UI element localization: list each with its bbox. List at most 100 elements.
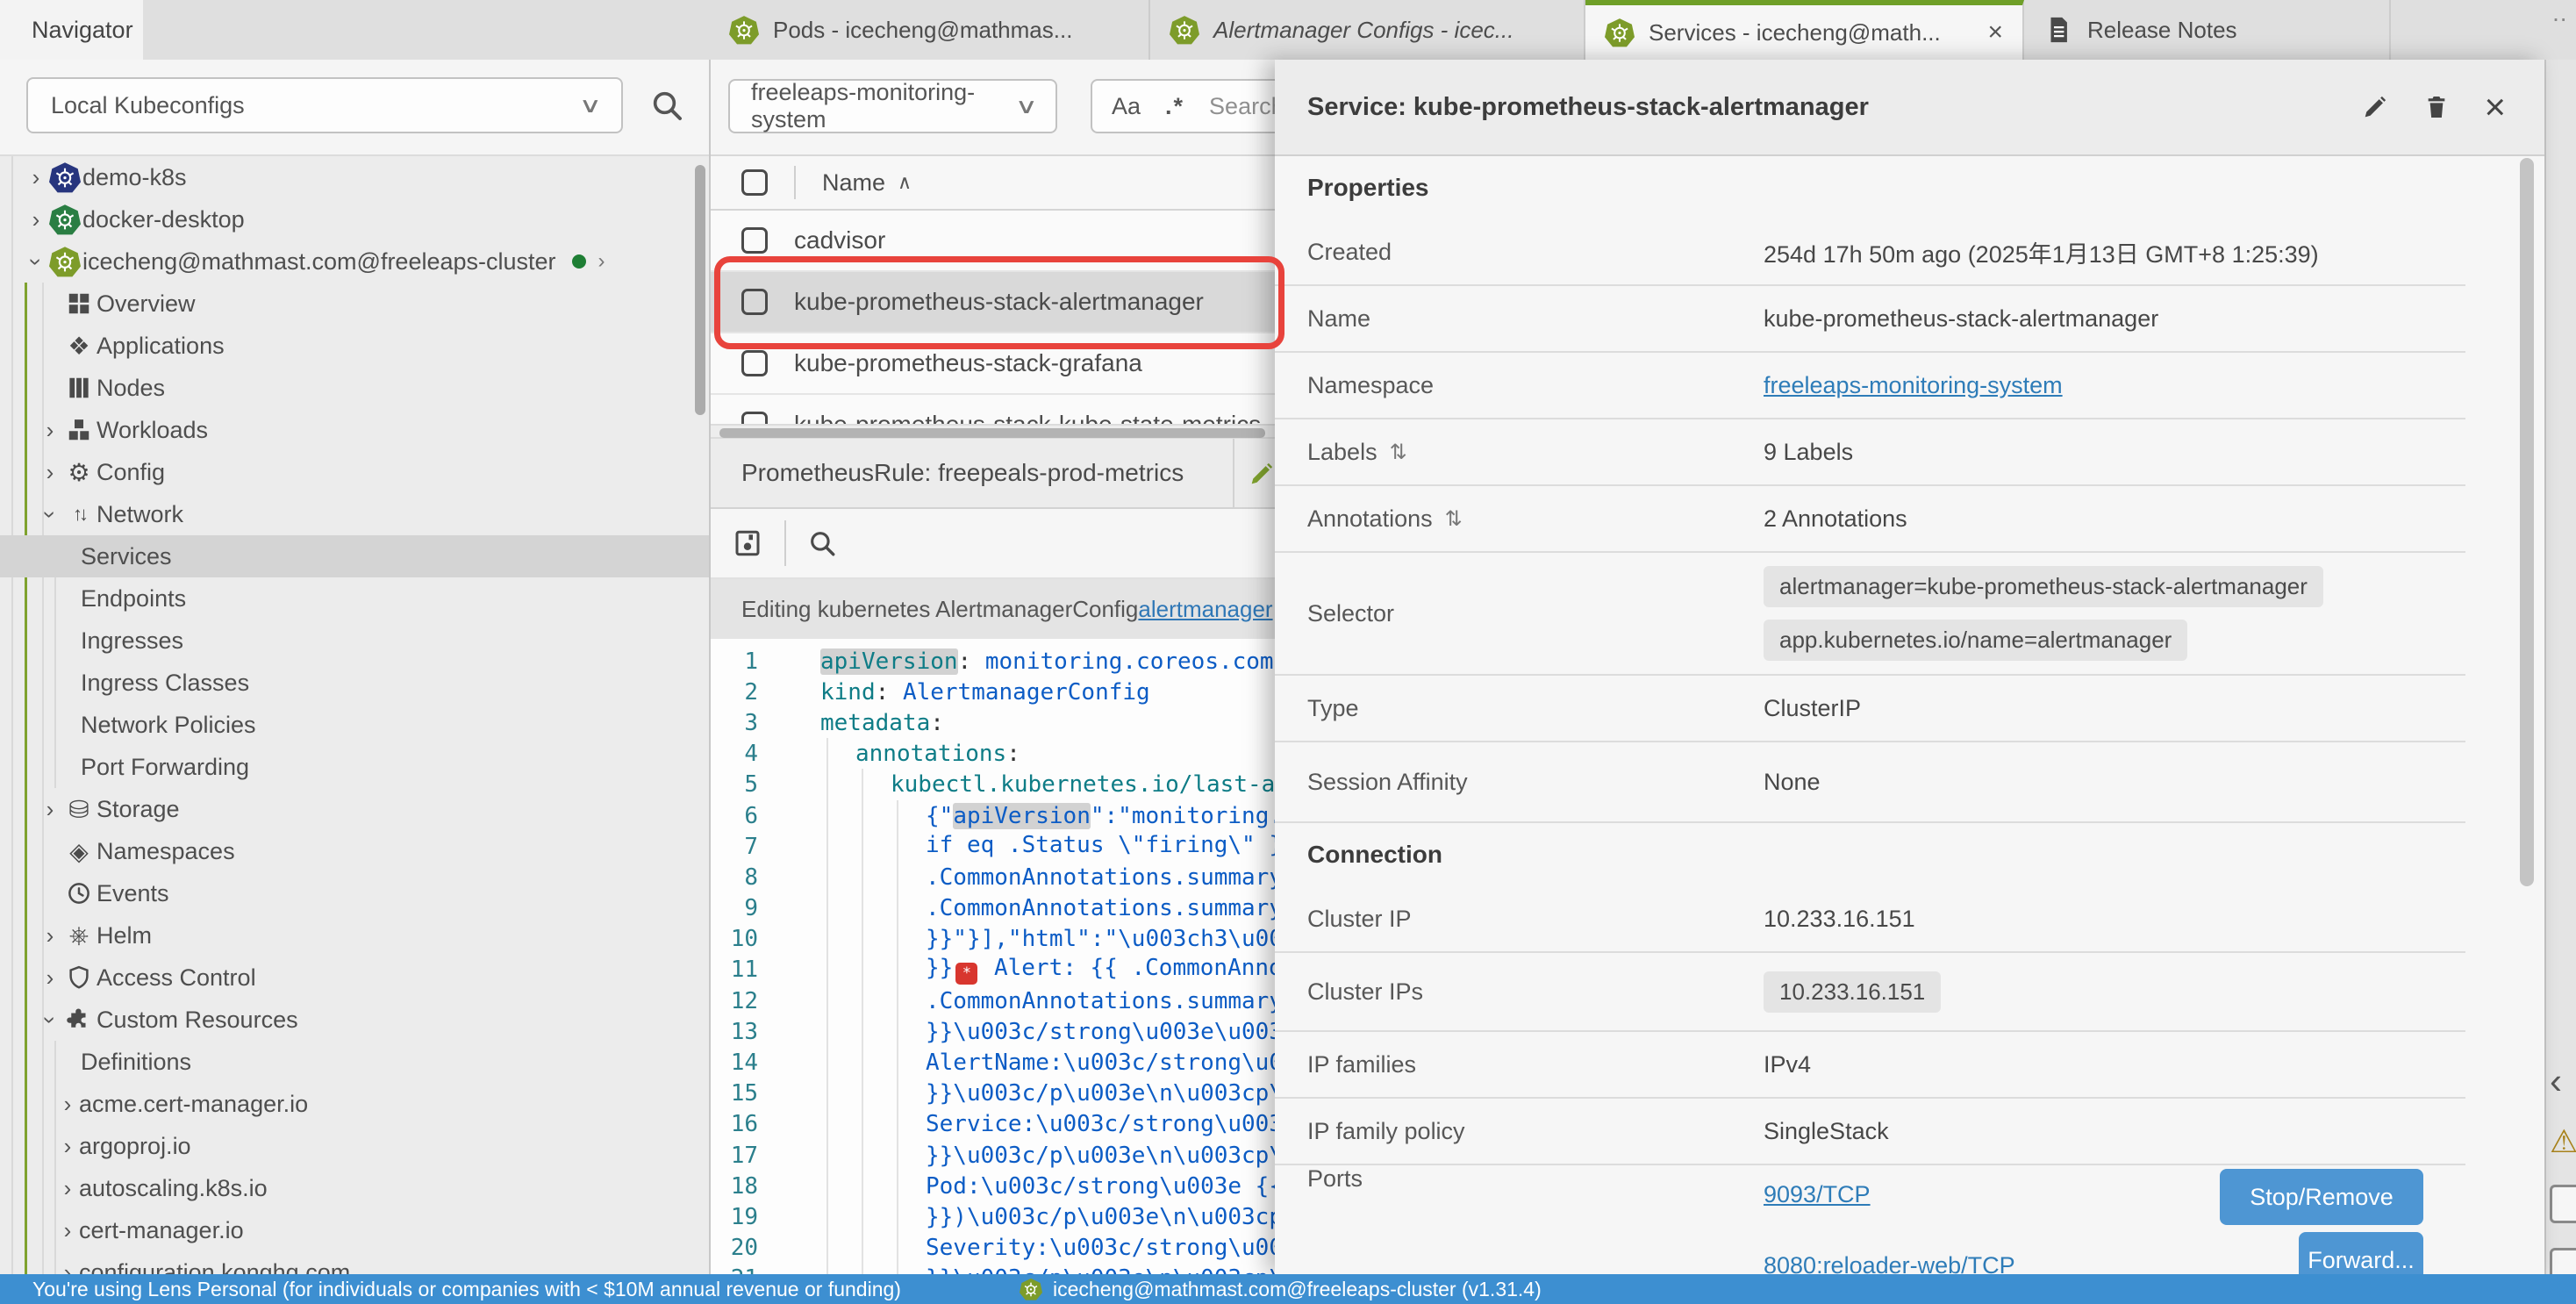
close-icon[interactable]: ×	[2484, 93, 2506, 121]
yaml-editor[interactable]: 1 apiVersion: monitoring.coreos.com/v1 2…	[711, 639, 1275, 1274]
tab-1[interactable]: Alertmanager Configs - icec...	[1150, 0, 1585, 60]
horizontal-scrollbar-thumb[interactable]	[719, 428, 1265, 438]
code-line: 7 if eq .Status \"firing\" }}*	[711, 831, 1275, 862]
table-row-kube-prometheus-stack-kube-state-metrics[interactable]: kube-prometheus-stack-kube-state-metrics	[711, 395, 1275, 424]
stop-remove-button[interactable]: Stop/Remove	[2220, 1169, 2423, 1225]
namespace-dropdown[interactable]: freeleaps-monitoring-system ∨	[728, 79, 1057, 133]
sidebar-item-network-policies[interactable]: Network Policies	[0, 704, 709, 746]
sidebar-item-namespaces[interactable]: ◈Namespaces	[0, 830, 709, 872]
regex-toggle[interactable]: .*	[1165, 93, 1184, 120]
code-line: 4 annotations:	[711, 739, 1275, 770]
chevron-right-icon[interactable]: ›	[39, 922, 61, 949]
search-icon[interactable]	[649, 88, 684, 123]
sidebar-item-cert-manager-io[interactable]: ›cert-manager.io	[0, 1209, 709, 1251]
chevron-down-icon[interactable]: ›	[37, 1008, 64, 1031]
row-checkbox[interactable]	[741, 227, 768, 254]
property-label: Type	[1307, 695, 1764, 722]
warning-icon[interactable]: ⚠	[2550, 1123, 2576, 1160]
code-line: 14 AlertName:\u003c/strong\u003e	[711, 1047, 1275, 1078]
chevron-right-icon[interactable]: ›	[56, 1133, 79, 1160]
navigator-tab[interactable]: Navigator	[0, 0, 143, 60]
sidebar-item-docker-desktop[interactable]: › docker-desktop	[0, 198, 709, 240]
editing-resource-link[interactable]: alertmanager	[1138, 596, 1272, 623]
name-column-header[interactable]: Name	[822, 169, 885, 197]
sidebar-item-events[interactable]: Events	[0, 872, 709, 914]
cut-off-button[interactable]	[2550, 1185, 2576, 1223]
sidebar-item-configuration-konghq-com[interactable]: ›configuration.konghq.com	[0, 1251, 709, 1274]
k8s-green-icon	[47, 204, 82, 235]
chevron-right-icon[interactable]: ›	[39, 459, 61, 486]
sort-icon[interactable]: ⇅	[1445, 506, 1463, 532]
chevron-left-icon[interactable]: ‹	[2550, 1060, 2562, 1102]
sidebar-item-autoscaling-k8s-io[interactable]: ›autoscaling.k8s.io	[0, 1167, 709, 1209]
sidebar-item-ingress-classes[interactable]: Ingress Classes	[0, 662, 709, 704]
chevron-down-icon[interactable]: ›	[23, 250, 50, 273]
sidebar-item-nodes[interactable]: Nodes	[0, 367, 709, 409]
sidebar-item-network[interactable]: ›↑↓Network	[0, 493, 709, 535]
tab-2[interactable]: Services - icecheng@math... ×	[1585, 0, 2024, 60]
sidebar-item-helm[interactable]: ›⎈Helm	[0, 914, 709, 957]
line-number: 18	[711, 1173, 772, 1200]
sidebar-item-definitions[interactable]: Definitions	[0, 1041, 709, 1083]
chevron-right-icon[interactable]: ›	[39, 417, 61, 444]
tab-3[interactable]: Release Notes	[2024, 0, 2391, 60]
chevron-right-icon[interactable]: ›	[25, 164, 47, 191]
sidebar-item-services[interactable]: Services	[0, 535, 709, 577]
chevron-right-icon[interactable]: ›	[39, 964, 61, 992]
tab-0[interactable]: Pods - icecheng@mathmas...	[710, 0, 1150, 60]
chevron-right-icon[interactable]: ›	[56, 1259, 79, 1275]
delete-trash-icon[interactable]	[2422, 93, 2451, 121]
property-row-annotations: Annotations⇅ 2 Annotations	[1275, 486, 2465, 553]
annotation-red-box	[714, 256, 1284, 349]
forward-button[interactable]: Forward...	[2299, 1232, 2423, 1274]
sidebar-item-endpoints[interactable]: Endpoints	[0, 577, 709, 620]
edit-pencil-icon[interactable]	[2361, 93, 2389, 121]
sidebar-item-label: Storage	[97, 796, 180, 823]
horizontal-scrollbar[interactable]	[711, 424, 1275, 439]
code-line: 8 .CommonAnnotations.summary }}-	[711, 862, 1275, 892]
row-checkbox[interactable]	[741, 350, 768, 376]
sidebar-item-label: acme.cert-manager.io	[79, 1091, 308, 1118]
editor-search-icon[interactable]	[807, 528, 837, 558]
select-all-checkbox[interactable]	[741, 169, 768, 196]
sidebar-item-applications[interactable]: ❖Applications	[0, 325, 709, 367]
cut-off-button[interactable]	[2550, 1248, 2576, 1274]
chevron-right-icon[interactable]: ›	[56, 1175, 79, 1202]
chevron-right-icon[interactable]: ›	[56, 1091, 79, 1118]
sidebar-item-access-control[interactable]: ›Access Control	[0, 957, 709, 999]
port-link[interactable]: 8080:reloader-web/TCP	[1764, 1252, 2015, 1274]
sidebar-item-icecheng-mathmast-com-freeleaps-cluster[interactable]: › icecheng@mathmast.com@freeleaps-cluste…	[0, 240, 709, 283]
drawer-scrollbar[interactable]	[2520, 158, 2534, 886]
match-case-toggle[interactable]: Aa	[1112, 93, 1141, 120]
sidebar-item-overview[interactable]: Overview	[0, 283, 709, 325]
sidebar-item-argoproj-io[interactable]: ›argoproj.io	[0, 1125, 709, 1167]
sidebar-item-label: Nodes	[97, 375, 165, 402]
active-cluster-status[interactable]: icecheng@mathmast.com@freeleaps-cluster …	[1020, 1278, 1542, 1301]
chevron-down-icon[interactable]: ›	[37, 503, 64, 526]
sidebar-item-workloads[interactable]: ›Workloads	[0, 409, 709, 451]
sidebar-item-demo-k8s[interactable]: › demo-k8s	[0, 156, 709, 198]
sidebar-item-custom-resources[interactable]: ›Custom Resources	[0, 999, 709, 1041]
sidebar-item-config[interactable]: ›⚙Config	[0, 451, 709, 493]
property-row-name: Name kube-prometheus-stack-alertmanager	[1275, 286, 2465, 353]
chevron-right-icon[interactable]: ›	[25, 206, 47, 233]
save-icon[interactable]	[732, 527, 763, 559]
port-link[interactable]: 9093/TCP	[1764, 1181, 2015, 1208]
row-checkbox[interactable]	[741, 412, 768, 424]
chevron-right-icon[interactable]: ›	[56, 1217, 79, 1244]
kubeconfig-dropdown[interactable]: Local Kubeconfigs ∨	[26, 77, 623, 133]
close-tab-icon[interactable]: ×	[1987, 18, 2003, 47]
list-search-input[interactable]: Aa .* Search	[1091, 79, 1275, 133]
code-line: 10 }}"}],"html":"\u003ch3\u003e\u0	[711, 924, 1275, 955]
sidebar-item-storage[interactable]: ›⛁Storage	[0, 788, 709, 830]
overview-icon	[61, 290, 97, 317]
edit-pencil-icon[interactable]	[1248, 460, 1275, 488]
chevron-right-icon[interactable]: ›	[598, 249, 605, 274]
sidebar-item-ingresses[interactable]: Ingresses	[0, 620, 709, 662]
namespace-link[interactable]: freeleaps-monitoring-system	[1764, 372, 2063, 398]
sidebar-item-acme-cert-manager-io[interactable]: ›acme.cert-manager.io	[0, 1083, 709, 1125]
sidebar-item-port-forwarding[interactable]: Port Forwarding	[0, 746, 709, 788]
sort-asc-icon[interactable]: ∧	[898, 171, 912, 194]
chevron-right-icon[interactable]: ›	[39, 796, 61, 823]
sort-icon[interactable]: ⇅	[1390, 440, 1407, 465]
